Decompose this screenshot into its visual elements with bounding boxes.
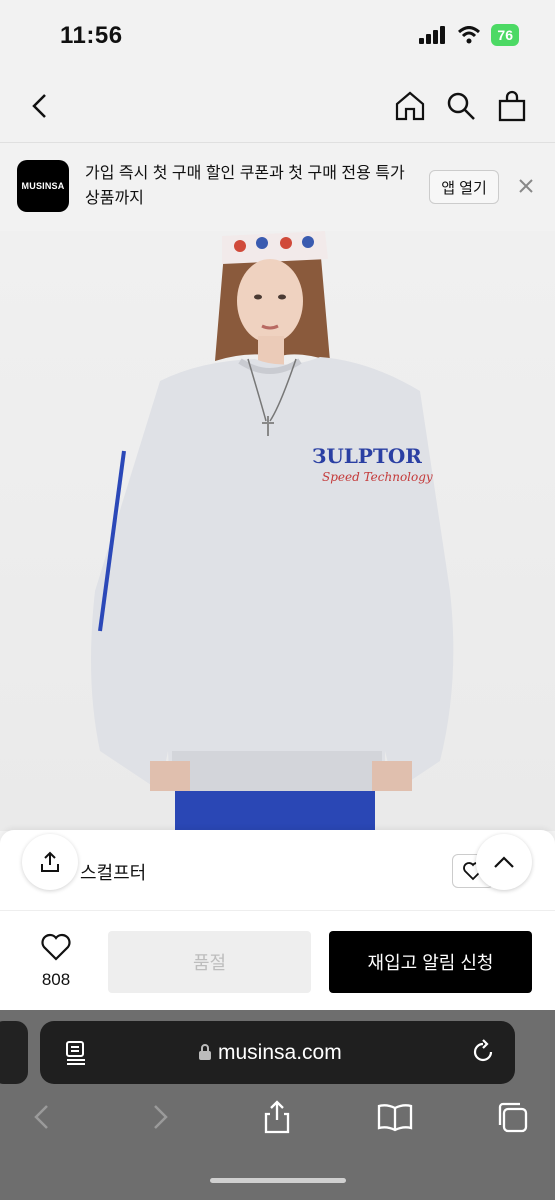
musinsa-logo: MUSINSA	[17, 160, 69, 212]
purchase-action-bar: 808 품절 재입고 알림 신청	[0, 910, 555, 1011]
svg-text:ЗULPTOR: ЗULPTOR	[312, 444, 422, 468]
svg-text:Speed Technology: Speed Technology	[322, 470, 433, 484]
status-bar: 11:56 76	[0, 0, 555, 70]
browser-forward-icon[interactable]	[140, 1097, 180, 1137]
reader-icon[interactable]	[64, 1040, 88, 1066]
browser-back-icon[interactable]	[22, 1097, 62, 1137]
restock-alert-button[interactable]: 재입고 알림 신청	[329, 931, 532, 993]
scroll-top-button[interactable]	[476, 834, 532, 890]
status-icons: 76	[419, 24, 519, 46]
product-image[interactable]: ЗULPTOR Speed Technology	[0, 231, 555, 831]
chevron-up-icon	[494, 856, 514, 868]
bookmarks-icon[interactable]	[375, 1097, 415, 1137]
shopping-bag-icon[interactable]	[494, 88, 530, 124]
battery-indicator: 76	[491, 24, 519, 46]
home-icon[interactable]	[392, 88, 428, 124]
home-indicator	[210, 1178, 346, 1183]
product-info-sheet: 스컬프터	[0, 830, 555, 915]
heart-icon	[41, 933, 71, 961]
browser-share-icon[interactable]	[257, 1097, 297, 1137]
like-count: 808	[41, 970, 71, 989]
open-app-button[interactable]: 앱 열기	[429, 170, 499, 204]
url-text: musinsa.com	[218, 1041, 342, 1064]
app-banner: MUSINSA 가입 즉시 첫 구매 할인 쿠폰과 첫 구매 전용 특가 상품까…	[0, 143, 555, 231]
search-icon[interactable]	[443, 88, 479, 124]
banner-text: 가입 즉시 첫 구매 할인 쿠폰과 첫 구매 전용 특가 상품까지	[85, 165, 405, 207]
share-button[interactable]	[22, 834, 78, 890]
top-navigation	[0, 70, 555, 143]
tabs-icon[interactable]	[492, 1097, 532, 1137]
brand-name[interactable]: 스컬프터	[80, 859, 146, 885]
share-icon	[41, 851, 59, 872]
like-button[interactable]: 808	[24, 933, 88, 990]
status-time: 11:56	[60, 22, 123, 49]
lock-icon	[199, 1044, 211, 1060]
close-icon[interactable]	[516, 176, 536, 196]
back-icon[interactable]	[22, 88, 58, 124]
previous-tab-peek[interactable]	[0, 1021, 28, 1084]
wifi-icon	[458, 26, 481, 44]
reload-icon[interactable]	[470, 1039, 496, 1065]
address-bar[interactable]: musinsa.com	[40, 1021, 515, 1084]
soldout-button: 품절	[108, 931, 311, 993]
signal-icon	[419, 26, 446, 44]
browser-toolbar: musinsa.com	[0, 1010, 555, 1200]
